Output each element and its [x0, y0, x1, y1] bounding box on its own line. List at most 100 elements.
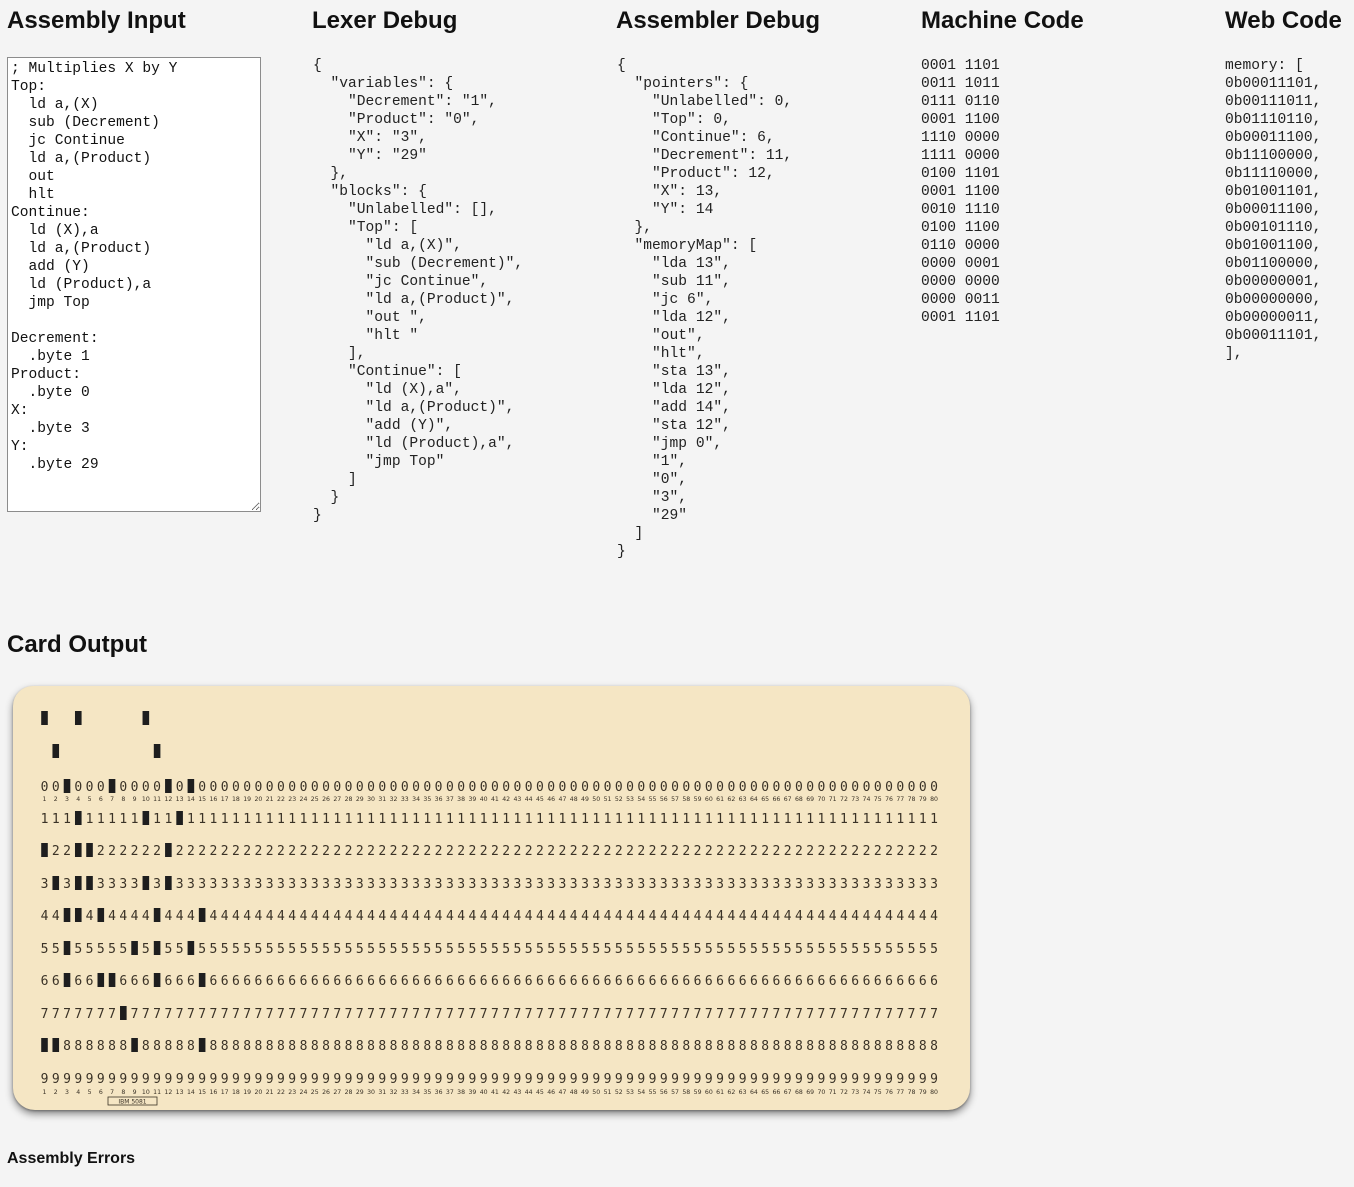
card-digit-r2-c30: 2: [367, 844, 375, 859]
card-column-number-top-43: 43: [513, 796, 521, 803]
card-column-number-top-34: 34: [412, 796, 420, 803]
card-digit-r3-c69: 3: [806, 877, 814, 892]
card-digit-r5-c80: 5: [930, 942, 938, 957]
card-column-number-top-65: 65: [761, 796, 769, 803]
card-digit-r7-c62: 7: [727, 1007, 735, 1022]
card-digit-r4-c24: 4: [300, 909, 308, 924]
card-column-number-top-40: 40: [480, 796, 488, 803]
card-digit-r6-c77: 6: [896, 974, 904, 989]
card-punch-hole-c2-r3: [52, 876, 60, 890]
punch-card-graphic: 0000000000000000000000000000000000000000…: [41, 711, 938, 1106]
card-digit-r7-c50: 7: [592, 1007, 600, 1022]
card-digit-r0-c10: 0: [142, 780, 150, 795]
card-column-number-top-57: 57: [671, 796, 679, 803]
card-digit-r5-c74: 5: [863, 942, 871, 957]
card-digit-r5-c49: 5: [581, 942, 589, 957]
card-digit-r7-c55: 7: [649, 1007, 657, 1022]
card-punch-hole-c15-r8: [198, 1038, 206, 1052]
card-column-number-top-8: 8: [121, 796, 125, 803]
card-digit-r1-c36: 1: [435, 812, 443, 827]
card-digit-r1-c34: 1: [412, 812, 420, 827]
card-digit-r0-c32: 0: [390, 780, 398, 795]
card-digit-r2-c44: 2: [525, 844, 533, 859]
card-digit-r1-c6: 1: [97, 812, 105, 827]
card-digit-r1-c19: 1: [243, 812, 251, 827]
card-digit-r4-c66: 4: [772, 909, 780, 924]
card-column-number-bottom-68: 68: [795, 1089, 803, 1096]
card-punch-hole-c6-r4: [97, 908, 105, 922]
card-column-number-bottom-69: 69: [806, 1089, 814, 1096]
card-digit-r9-c51: 9: [604, 1072, 612, 1087]
card-digit-r7-c63: 7: [739, 1007, 747, 1022]
card-digit-r4-c67: 4: [784, 909, 792, 924]
card-digit-r8-c14: 8: [187, 1039, 195, 1054]
card-digit-r8-c12: 8: [164, 1039, 172, 1054]
card-digit-r0-c19: 0: [243, 780, 251, 795]
card-digit-r9-c13: 9: [176, 1072, 184, 1087]
card-digit-r1-c31: 1: [378, 812, 386, 827]
card-digit-r4-c32: 4: [390, 909, 398, 924]
card-digit-r4-c39: 4: [468, 909, 476, 924]
card-digit-r9-c62: 9: [727, 1072, 735, 1087]
card-digit-r1-c54: 1: [637, 812, 645, 827]
card-column-number-top-58: 58: [682, 796, 690, 803]
card-column-number-top-50: 50: [592, 796, 600, 803]
card-digit-r3-c55: 3: [649, 877, 657, 892]
card-digit-r0-c58: 0: [682, 780, 690, 795]
card-digit-r9-c76: 9: [885, 1072, 893, 1087]
card-column-number-top-38: 38: [457, 796, 465, 803]
card-digit-r2-c47: 2: [559, 844, 567, 859]
card-digit-r6-c49: 6: [581, 974, 589, 989]
card-digit-r6-c60: 6: [705, 974, 713, 989]
assembly-input-textarea[interactable]: [7, 57, 261, 512]
card-digit-r6-c20: 6: [255, 974, 263, 989]
card-digit-r1-c28: 1: [345, 812, 353, 827]
card-column-number-bottom-35: 35: [423, 1089, 431, 1096]
card-digit-r6-c8: 6: [119, 974, 127, 989]
card-digit-r4-c35: 4: [423, 909, 431, 924]
card-column-number-bottom-26: 26: [322, 1089, 330, 1096]
card-digit-r5-c21: 5: [266, 942, 274, 957]
card-punch-hole-c3-r0: [63, 779, 71, 793]
card-digit-r0-c61: 0: [716, 780, 724, 795]
card-digit-r9-c72: 9: [840, 1072, 848, 1087]
card-digit-r7-c11: 7: [153, 1007, 161, 1022]
card-digit-r6-c43: 6: [514, 974, 522, 989]
card-digit-r9-c42: 9: [502, 1072, 510, 1087]
card-digit-r1-c75: 1: [874, 812, 882, 827]
card-digit-r2-c6: 2: [97, 844, 105, 859]
card-digit-r5-c6: 5: [97, 942, 105, 957]
card-digit-r3-c11: 3: [153, 877, 161, 892]
card-column-number-top-20: 20: [255, 796, 263, 803]
card-column-number-bottom-8: 8: [121, 1089, 125, 1096]
card-digit-r3-c32: 3: [390, 877, 398, 892]
card-digit-r6-c48: 6: [570, 974, 578, 989]
card-column-number-bottom-1: 1: [43, 1089, 47, 1096]
card-column-number-bottom-37: 37: [446, 1089, 454, 1096]
card-digit-r5-c18: 5: [232, 942, 240, 957]
card-digit-r8-c71: 8: [829, 1039, 837, 1054]
card-digit-r6-c1: 6: [41, 974, 49, 989]
card-digit-r3-c17: 3: [221, 877, 229, 892]
card-digit-r8-c49: 8: [581, 1039, 589, 1054]
card-digit-r5-c7: 5: [108, 942, 116, 957]
card-digit-r0-c20: 0: [255, 780, 263, 795]
card-digit-r1-c67: 1: [784, 812, 792, 827]
card-digit-r9-c28: 9: [345, 1072, 353, 1087]
card-column-number-bottom-59: 59: [694, 1089, 702, 1096]
card-digit-r4-c75: 4: [874, 909, 882, 924]
card-digit-r2-c63: 2: [739, 844, 747, 859]
card-digit-r6-c19: 6: [243, 974, 251, 989]
card-digit-r4-c72: 4: [840, 909, 848, 924]
card-digit-r5-c22: 5: [277, 942, 285, 957]
card-punch-hole-c4-r3: [74, 876, 82, 890]
card-digit-r2-c53: 2: [626, 844, 634, 859]
assembly-input-heading: Assembly Input: [7, 7, 186, 34]
card-digit-r4-c12: 4: [164, 909, 172, 924]
card-digit-r5-c27: 5: [333, 942, 341, 957]
card-digit-r0-c43: 0: [514, 780, 522, 795]
card-column-number-top-52: 52: [615, 796, 623, 803]
card-digit-r5-c16: 5: [209, 942, 217, 957]
card-column-number-bottom-43: 43: [513, 1089, 521, 1096]
card-digit-r3-c42: 3: [502, 877, 510, 892]
